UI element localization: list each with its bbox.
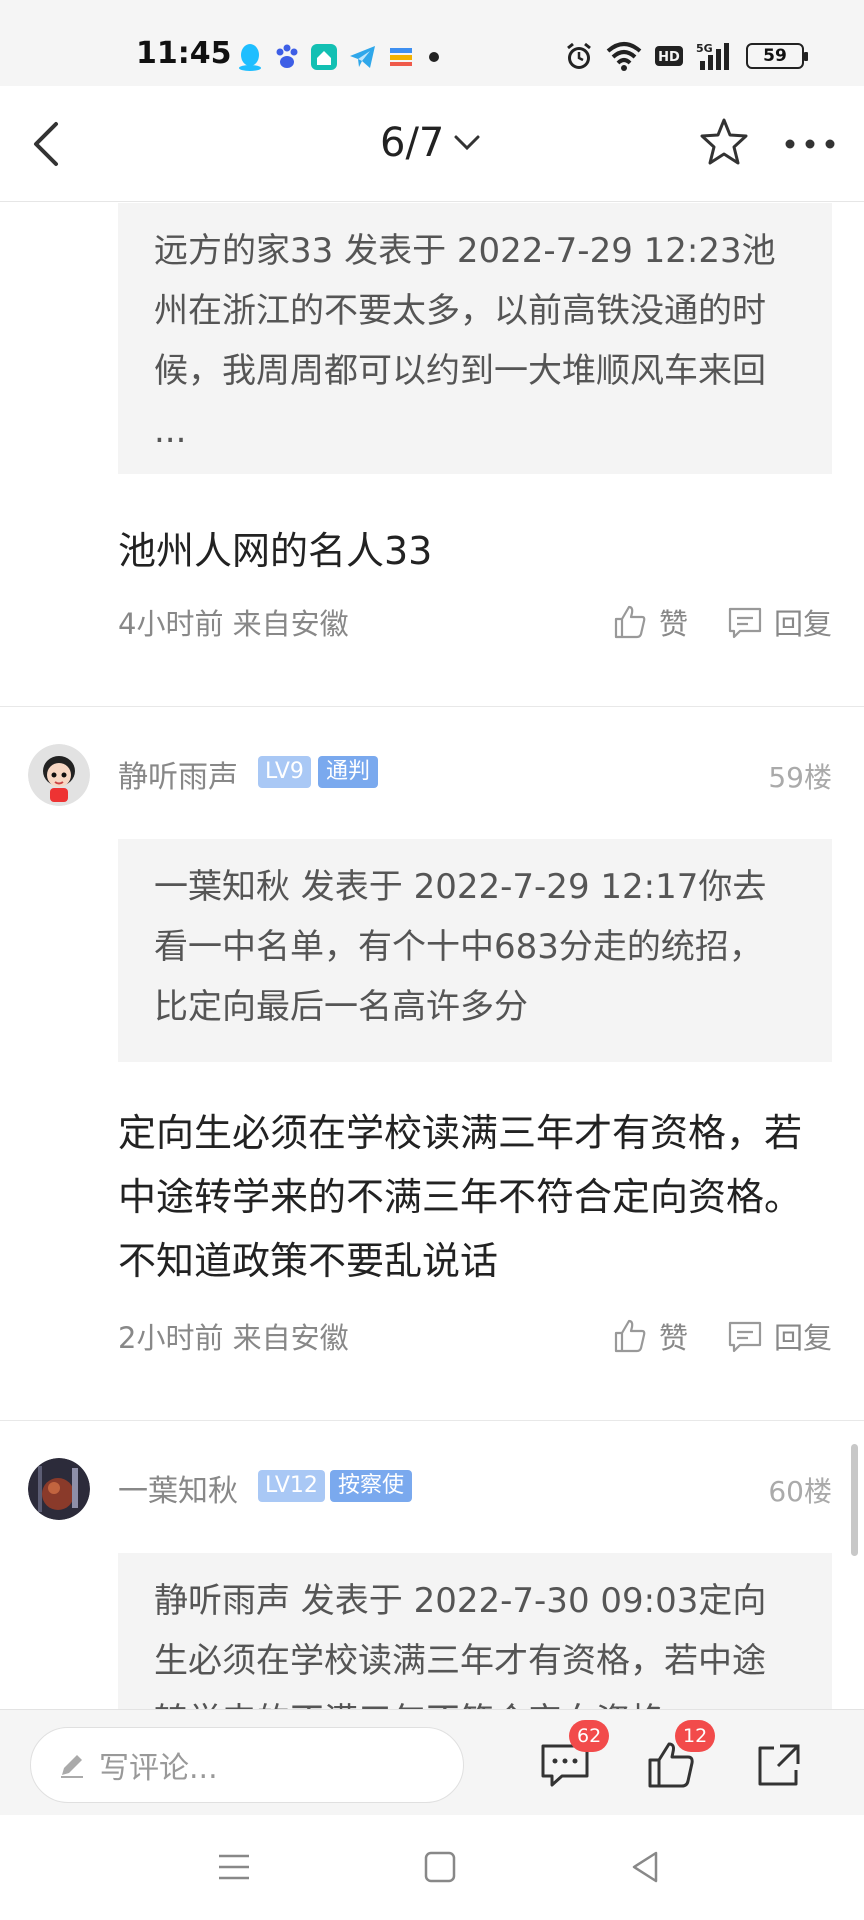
level-badge: LV9 (258, 756, 311, 788)
status-time: 11:45 (136, 36, 232, 71)
like-label: 赞 (658, 1321, 688, 1355)
pencil-icon (61, 1755, 83, 1778)
notification-icons (236, 42, 444, 72)
quote-box: 一葉知秋 发表于 2022-7-29 12:17你去看一中名单，有个十中683分… (118, 839, 832, 1062)
post-text: 池州人网的名人33 (118, 529, 433, 573)
comment-list: 远方的家33 发表于 2022-7-29 12:23池州在浙江的不要太多，以前高… (0, 203, 864, 1709)
status-bar: 11:45 HD 5G 59 (0, 0, 864, 86)
floor-number: 60楼 (768, 1475, 832, 1508)
comment-icon (728, 1321, 762, 1353)
chevron-down-icon (454, 135, 480, 151)
top-nav-bar: 6/7 (0, 86, 864, 202)
avatar[interactable] (28, 744, 90, 806)
stripe-app-icon (390, 48, 412, 66)
level-badge: LV12 (258, 1470, 325, 1502)
back-icon[interactable] (22, 116, 78, 172)
reply-label: 回复 (773, 1321, 832, 1355)
wifi-icon (606, 42, 642, 71)
quote-box: 静听雨声 发表于 2022-7-30 09:03定向生必须在学校读满三年才有资格… (118, 1553, 832, 1709)
home-icon[interactable] (420, 1847, 460, 1887)
like-count-badge: 12 (675, 1720, 716, 1752)
quote-box: 远方的家33 发表于 2022-7-29 12:23池州在浙江的不要太多，以前高… (118, 203, 832, 474)
status-icons: HD 5G 59 (564, 40, 808, 72)
like-button[interactable]: 赞 (611, 601, 688, 643)
qq-icon (239, 44, 261, 71)
post-time-location: 4小时前 来自安徽 (118, 607, 349, 641)
dot-icon (429, 52, 439, 62)
svg-text:5G: 5G (696, 42, 713, 55)
svg-text:HD: HD (658, 50, 680, 65)
post-header: 静听雨声 LV9 通判 59楼 (0, 744, 864, 808)
share-icon[interactable] (752, 1738, 806, 1792)
page-indicator-dropdown[interactable]: 6/7 (380, 120, 482, 166)
username[interactable]: 一葉知秋 (118, 1466, 238, 1510)
thumb-up-icon (614, 605, 646, 639)
more-icon[interactable] (780, 118, 840, 170)
scrollbar-thumb[interactable] (851, 1444, 858, 1556)
hd-icon: HD (655, 46, 683, 66)
reply-label: 回复 (773, 607, 832, 641)
divider (0, 1420, 864, 1421)
avatar[interactable] (28, 1458, 90, 1520)
bottom-comment-bar: 写评论... 62 12 (0, 1709, 864, 1815)
like-label: 赞 (658, 607, 688, 641)
star-icon[interactable] (698, 116, 750, 168)
comment-icon (728, 607, 762, 639)
menu-icon[interactable] (214, 1847, 254, 1887)
post-text: 定向生必须在学校读满三年才有资格，若中途转学来的不满三年不符合定向资格。不知道政… (118, 1111, 803, 1283)
username[interactable]: 静听雨声 (118, 752, 238, 796)
divider (0, 706, 864, 707)
floor-number: 59楼 (768, 761, 832, 794)
page-indicator-label: 6/7 (380, 120, 445, 166)
telegram-icon (350, 46, 375, 68)
reply-button[interactable]: 回复 (726, 601, 832, 643)
home-app-icon (311, 44, 337, 70)
comment-placeholder: 写评论... (99, 1751, 218, 1786)
reply-button[interactable]: 回复 (726, 1315, 832, 1357)
battery-icon: 59 (746, 43, 808, 69)
like-button[interactable]: 赞 (611, 1315, 688, 1357)
comment-input[interactable]: 写评论... (30, 1727, 464, 1803)
post-time-location: 2小时前 来自安徽 (118, 1321, 349, 1355)
system-nav-bar (0, 1815, 864, 1920)
alarm-icon (567, 42, 591, 69)
baidu-paw-icon (276, 44, 298, 68)
5g-signal-icon: 5G (696, 42, 729, 70)
back-triangle-icon[interactable] (626, 1847, 666, 1887)
comment-count-badge: 62 (569, 1720, 610, 1752)
title-badge: 按察使 (330, 1470, 413, 1502)
post-header: 一葉知秋 LV12 按察使 60楼 (0, 1458, 864, 1522)
thumb-up-icon (614, 1319, 646, 1353)
post-meta-row: 2小时前 来自安徽 赞 回复 (118, 1314, 832, 1358)
title-badge: 通判 (318, 756, 379, 788)
post-meta-row: 4小时前 来自安徽 赞 回复 (118, 600, 832, 644)
